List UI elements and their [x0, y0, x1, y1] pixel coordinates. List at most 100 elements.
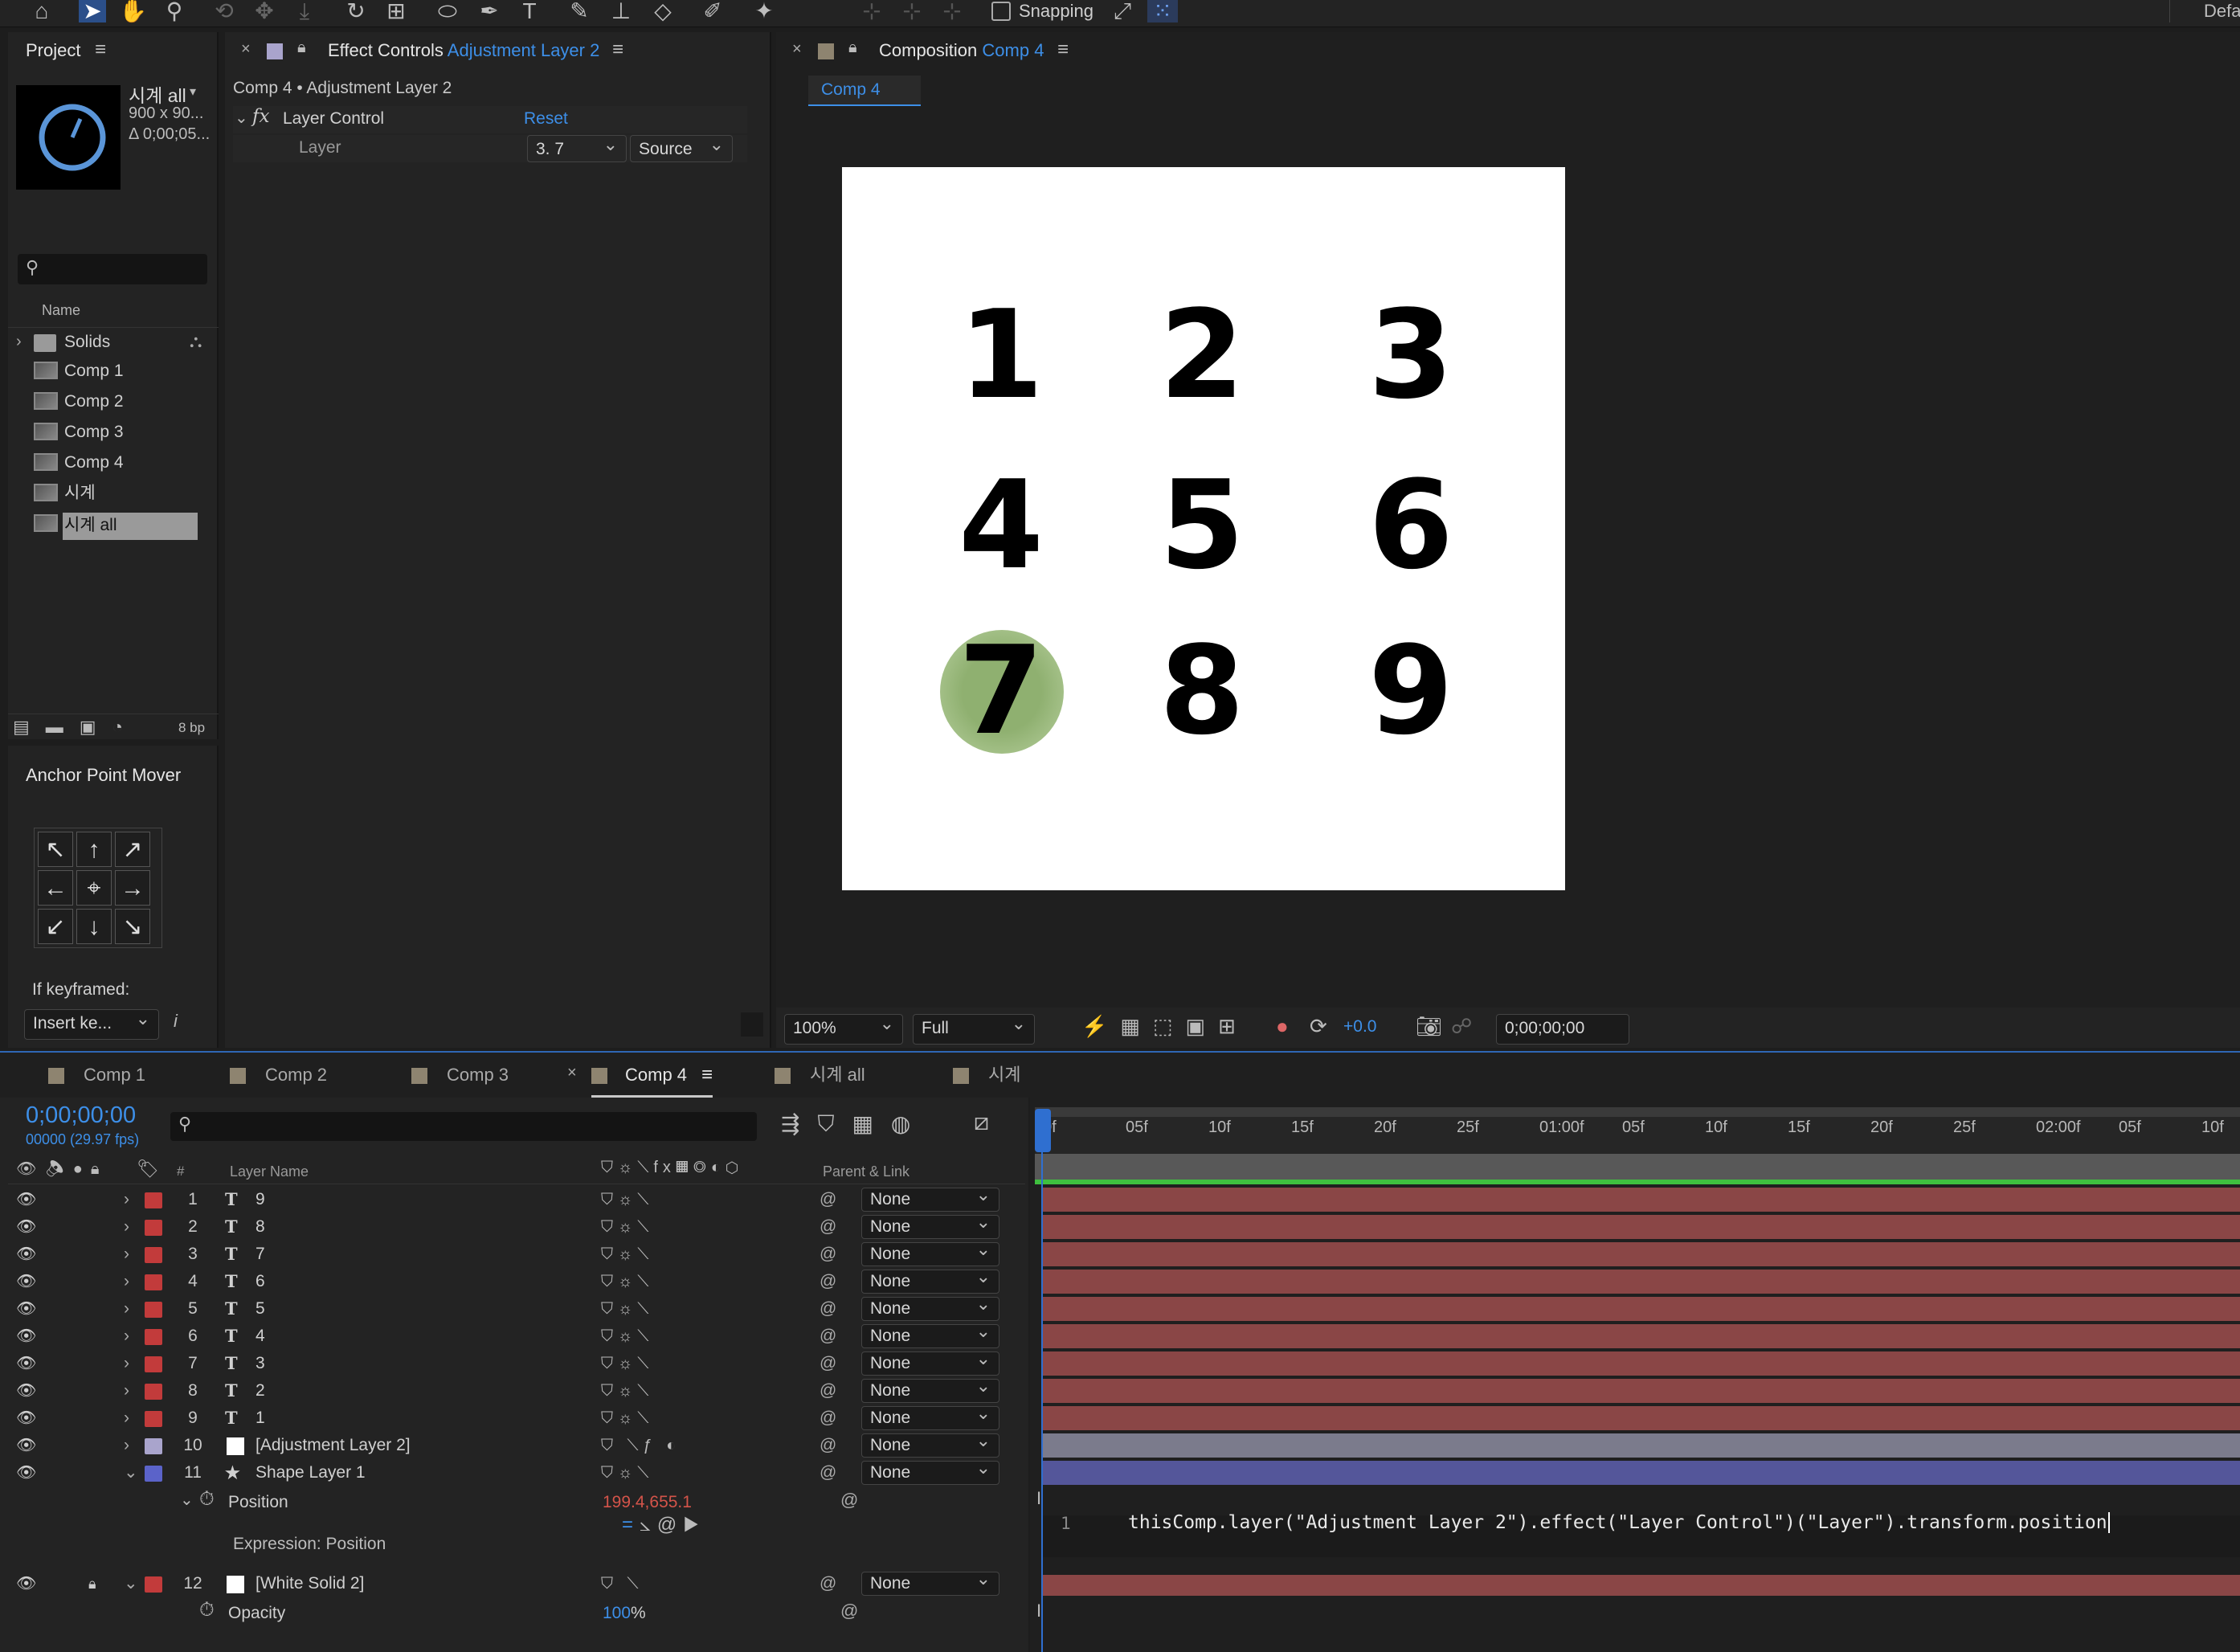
visibility-eye-icon[interactable]: 👁︎	[16, 1295, 36, 1323]
visibility-eye-icon[interactable]: 👁︎	[16, 1268, 36, 1295]
visibility-eye-icon[interactable]: 👁︎	[16, 1432, 36, 1459]
viewer-toggle-icons[interactable]: ⚡▦⬚▣⊞	[1081, 1014, 1249, 1039]
track-bar[interactable]	[1043, 1324, 2240, 1348]
flowchart-icon[interactable]: ⛬	[190, 331, 202, 352]
graph-editor-icon[interactable]: ⧄	[974, 1109, 989, 1136]
comp-number-9[interactable]: 9	[1331, 611, 1491, 771]
layer-switches[interactable]: ⛉☼⟍	[601, 1350, 681, 1377]
dolly-camera-icon[interactable]: ⤓	[291, 0, 318, 22]
track-bar[interactable]	[1043, 1433, 2240, 1458]
visibility-eye-icon[interactable]: 👁︎	[16, 1323, 36, 1350]
brush-tool-icon[interactable]: ✎	[566, 0, 593, 22]
effect-controls-menu-icon[interactable]: ≡	[612, 39, 623, 61]
pickwhip-icon[interactable]: @	[820, 1295, 844, 1323]
ellipse-tool-icon[interactable]: ⬭	[434, 0, 461, 22]
pickwhip-icon[interactable]: @	[820, 1377, 844, 1405]
anchor-top-left-icon[interactable]: ↖	[38, 832, 73, 867]
layer-name[interactable]: 5	[255, 1295, 265, 1323]
parent-dropdown[interactable]: None	[861, 1320, 999, 1348]
viewer-timecode[interactable]: 0;00;00;00	[1496, 1014, 1629, 1045]
anchor-center-icon[interactable]: ⌖	[76, 870, 112, 906]
layer-name[interactable]: 4	[255, 1323, 265, 1350]
opacity-pickwhip-icon[interactable]: @	[840, 1601, 858, 1621]
comp-number-6[interactable]: 6	[1331, 445, 1491, 606]
parent-link-header[interactable]: Parent & Link	[823, 1163, 909, 1180]
project-item-comp3[interactable]: Comp 3	[64, 418, 124, 447]
snapping-checkbox[interactable]	[991, 2, 1011, 21]
track-bar[interactable]	[1043, 1188, 2240, 1212]
comp-number-4[interactable]: 4	[921, 445, 1081, 606]
fx-toggle[interactable]: fx	[252, 106, 269, 127]
layer-expand-icon[interactable]: ⌄	[124, 1570, 140, 1597]
track-bar[interactable]	[1043, 1297, 2240, 1321]
layer-switches[interactable]: ⛉☼⟍	[601, 1186, 681, 1213]
tab-comp1[interactable]: Comp 1	[48, 1053, 145, 1098]
composition-canvas[interactable]: 1 2 3 4 5 6 7 8 9	[842, 167, 1565, 890]
pickwhip-icon[interactable]: @	[840, 1490, 858, 1511]
layer-name[interactable]: 6	[255, 1268, 265, 1295]
solids-expand-icon[interactable]: ›	[16, 333, 22, 351]
parent-dropdown[interactable]: None	[861, 1429, 999, 1458]
expression-controls-icons[interactable]: =⦣@▶	[622, 1514, 705, 1536]
effect-collapse-icon[interactable]: ⌄	[235, 108, 248, 128]
project-item-clock[interactable]: 시계	[64, 479, 96, 508]
home-icon[interactable]: ⌂	[27, 0, 56, 22]
selection-tool-icon[interactable]: ➤	[79, 0, 106, 22]
layer-row[interactable]: 👁︎ › 10 [Adjustment Layer 2] ⛉ ⟍ƒ ◐ @ None	[8, 1429, 1025, 1459]
project-menu-icon[interactable]: ≡	[95, 39, 106, 61]
timeline-timecode[interactable]: 0;00;00;00	[26, 1102, 136, 1129]
anchor-top-icon[interactable]: ↑	[76, 832, 112, 867]
eraser-tool-icon[interactable]: ◇	[649, 0, 676, 22]
layer-name[interactable]: 7	[255, 1241, 265, 1268]
effect-scrollbar[interactable]	[741, 1012, 763, 1037]
parent-dropdown[interactable]: None	[861, 1238, 999, 1266]
track-bar[interactable]	[1043, 1379, 2240, 1403]
rotate-tool-icon[interactable]: ↻	[342, 0, 370, 22]
layer-name[interactable]: 2	[255, 1377, 265, 1405]
axis-local-icon[interactable]: ⊹	[858, 0, 885, 22]
layer-expand-icon[interactable]: ›	[124, 1213, 140, 1241]
pan-camera-icon[interactable]: ✥	[251, 0, 278, 22]
parent-dropdown[interactable]: None	[861, 1402, 999, 1430]
timeline-search-input[interactable]: ⚲	[170, 1112, 757, 1141]
type-tool-icon[interactable]: T	[516, 0, 543, 22]
parent-dropdown[interactable]: None	[861, 1347, 999, 1376]
project-item-clock-all[interactable]: 시계 all	[64, 511, 117, 540]
parent-dropdown[interactable]: None	[861, 1375, 999, 1403]
visibility-eye-icon[interactable]: 👁︎	[16, 1213, 36, 1241]
layer-expand-icon[interactable]: ›	[124, 1405, 140, 1432]
visibility-eye-icon[interactable]: 👁︎	[16, 1241, 36, 1268]
pickwhip-icon[interactable]: @	[820, 1268, 844, 1295]
info-icon[interactable]: i	[174, 1011, 178, 1032]
layer-expand-icon[interactable]: ›	[124, 1323, 140, 1350]
layer-param-dropdown[interactable]: 3. 7	[527, 131, 627, 162]
anchor-bottom-icon[interactable]: ↓	[76, 909, 112, 944]
project-item-solids[interactable]: Solids	[64, 328, 110, 357]
tab-clock[interactable]: 시계	[953, 1053, 1020, 1098]
anchor-right-icon[interactable]: →	[115, 870, 150, 906]
comp-number-7[interactable]: 7	[921, 611, 1081, 771]
name-column-header[interactable]: Name	[42, 302, 80, 319]
visibility-eye-icon[interactable]: 👁︎	[16, 1459, 36, 1486]
comp-number-3[interactable]: 3	[1331, 275, 1491, 435]
layer-switches[interactable]: ⛉ ⟍	[601, 1570, 681, 1597]
layer-expand-icon[interactable]: ›	[124, 1268, 140, 1295]
layer-switches[interactable]: ⛉☼⟍	[601, 1241, 681, 1268]
layer-name[interactable]: Shape Layer 1	[255, 1459, 366, 1486]
snap-options-icon[interactable]: ⤢	[1109, 0, 1136, 22]
layer-expand-icon[interactable]: ›	[124, 1241, 140, 1268]
label-tag-icon[interactable]: 🏷︎	[137, 1159, 159, 1180]
layer-lock-icon[interactable]: 🔒︎	[88, 1570, 96, 1597]
composition-menu-icon[interactable]: ≡	[1057, 39, 1069, 61]
project-footer-icons[interactable]: ▤▬▣◔	[13, 717, 139, 738]
layer-switches[interactable]: ⛉ ⟍ƒ ◐	[601, 1432, 681, 1459]
axis-world-icon[interactable]: ⊹	[898, 0, 926, 22]
track-bar-white-solid[interactable]	[1043, 1575, 2240, 1596]
channels-icon[interactable]: ●	[1276, 1014, 1289, 1039]
layer-row[interactable]: 👁︎ › 8 T 2 ⛉☼⟍ @ None	[8, 1375, 1025, 1405]
layer-switches[interactable]: ⛉☼⟍	[601, 1268, 681, 1295]
project-item-comp1[interactable]: Comp 1	[64, 357, 124, 386]
reset-exposure-icon[interactable]: ⟳	[1310, 1014, 1327, 1039]
layer-row-white-solid[interactable]: 👁︎ 🔒︎ ⌄ 12 [White Solid 2] ⛉ ⟍ @ None	[8, 1568, 1025, 1597]
layer-name-header[interactable]: Layer Name	[230, 1163, 309, 1180]
